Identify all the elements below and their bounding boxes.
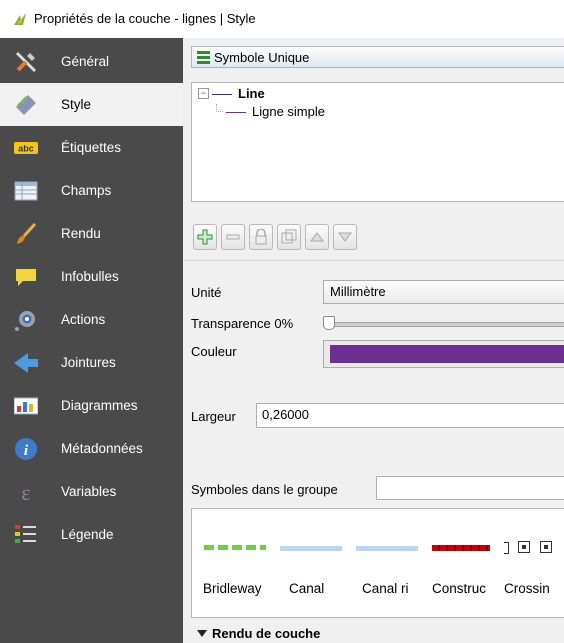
duplicate-layer-button[interactable]	[277, 224, 301, 250]
sidebar-item-joins[interactable]: Jointures	[0, 341, 183, 384]
tree-connector	[216, 104, 223, 112]
tree-item-simple-line[interactable]: Ligne simple	[216, 104, 416, 122]
sidebar-item-actions[interactable]: Actions	[0, 298, 183, 341]
color-label: Couleur	[191, 344, 237, 359]
sidebar-item-label: Étiquettes	[61, 140, 122, 155]
joins-arrow-icon	[14, 353, 38, 373]
tooltip-bubble-icon	[16, 269, 36, 286]
symbol-label: Bridleway	[203, 581, 262, 596]
svg-text:abc: abc	[18, 144, 34, 154]
move-down-button[interactable]	[333, 224, 357, 250]
color-button[interactable]	[323, 340, 564, 368]
unit-select[interactable]: Millimètre	[323, 280, 564, 304]
canal-symbol[interactable]	[280, 546, 342, 551]
sidebar-item-fields[interactable]: Champs	[0, 169, 183, 212]
sidebar-item-label: Jointures	[61, 355, 116, 370]
plus-icon	[197, 229, 213, 245]
sidebar-item-rendering[interactable]: Rendu	[0, 212, 183, 255]
symbol-label: Crossin	[504, 581, 550, 596]
construction-symbol[interactable]	[432, 545, 490, 551]
move-up-button[interactable]	[305, 224, 329, 250]
transparency-slider-handle[interactable]	[323, 316, 335, 330]
style-brush-icon	[16, 95, 36, 115]
labels-abc-icon: abc	[14, 142, 38, 154]
diagrams-icon	[14, 397, 38, 415]
rendering-brush-icon	[17, 222, 37, 244]
qgis-icon	[14, 13, 26, 25]
collapse-icon[interactable]: −	[198, 88, 209, 99]
symbol-label: Canal ri	[362, 581, 409, 596]
sidebar-item-style[interactable]: Style	[0, 83, 183, 126]
sidebar-item-label: Rendu	[61, 226, 101, 241]
actions-gear-icon	[15, 311, 35, 331]
renderer-select[interactable]: Symbole Unique	[191, 46, 564, 68]
crossing-symbol[interactable]	[504, 541, 564, 555]
minus-icon	[226, 234, 240, 240]
unit-label: Unité	[191, 285, 222, 300]
sidebar-item-variables[interactable]: ε Variables	[0, 470, 183, 513]
bridleway-symbol[interactable]	[204, 545, 266, 550]
properties-sidebar: Général Style abc Étiquettes Champs Rend…	[0, 38, 183, 643]
tree-item-label: Ligne simple	[252, 104, 325, 119]
canal-river-symbol[interactable]	[356, 546, 418, 551]
variables-epsilon-icon: ε	[21, 480, 30, 504]
sidebar-item-label: Infobulles	[61, 269, 119, 284]
style-panel: Symbole Unique − Line Ligne simple Unité…	[183, 38, 564, 643]
lock-icon	[255, 229, 267, 245]
sidebar-item-label: Variables	[61, 484, 117, 499]
general-tools-icon	[15, 51, 37, 73]
color-swatch	[330, 345, 564, 363]
window-titlebar: Propriétés de la couche - lignes | Style	[0, 0, 564, 38]
window-title: Propriétés de la couche - lignes | Style	[34, 11, 256, 26]
lock-layer-button[interactable]	[249, 224, 273, 250]
line-symbol-icon	[226, 112, 246, 113]
tree-item-label: Line	[238, 86, 265, 101]
info-icon: i	[15, 438, 37, 460]
sidebar-item-legend[interactable]: Légende	[0, 513, 183, 556]
legend-icon	[15, 525, 36, 543]
fields-table-icon	[14, 181, 38, 201]
line-symbol-icon	[212, 94, 232, 95]
remove-symbol-layer-button[interactable]	[221, 224, 245, 250]
expand-triangle-icon	[197, 630, 207, 637]
sidebar-item-tooltips[interactable]: Infobulles	[0, 255, 183, 298]
layer-rendering-label: Rendu de couche	[212, 626, 321, 641]
sidebar-item-label: Actions	[61, 312, 106, 327]
sidebar-item-labels[interactable]: abc Étiquettes	[0, 126, 183, 169]
symbol-label: Construc	[432, 581, 487, 596]
symbol-layer-tree: − Line Ligne simple	[191, 82, 564, 202]
sidebar-item-label: Légende	[61, 527, 114, 542]
sidebar-item-label: Champs	[61, 183, 112, 198]
tree-item-line[interactable]: − Line	[198, 86, 398, 104]
renderer-value: Symbole Unique	[214, 50, 310, 65]
add-symbol-layer-button[interactable]	[193, 224, 217, 250]
sidebar-item-diagrams[interactable]: Diagrammes	[0, 384, 183, 427]
triangle-up-icon	[310, 232, 324, 242]
transparency-slider[interactable]	[323, 322, 564, 327]
duplicate-icon	[281, 229, 297, 244]
svg-text:ε: ε	[21, 480, 30, 504]
width-label: Largeur	[191, 409, 236, 424]
transparency-label: Transparence 0%	[191, 316, 294, 331]
sidebar-item-label: Style	[61, 97, 92, 112]
group-select[interactable]	[376, 476, 564, 500]
sidebar-item-metadata[interactable]: i Métadonnées	[0, 427, 183, 470]
sidebar-item-label: Général	[61, 54, 110, 69]
triangle-down-icon	[338, 232, 352, 242]
group-label: Symboles dans le groupe	[191, 482, 338, 497]
separator	[183, 260, 564, 261]
symbol-label: Canal	[289, 581, 325, 596]
unit-value: Millimètre	[330, 284, 386, 299]
width-spinbox[interactable]: 0,26000	[256, 403, 564, 428]
sidebar-item-general[interactable]: Général	[0, 40, 183, 83]
width-value: 0,26000	[262, 407, 309, 422]
symbol-gallery: Bridleway Canal Canal ri Construc Crossi…	[191, 508, 564, 618]
sidebar-item-label: Diagrammes	[61, 398, 138, 413]
single-symbol-icon	[197, 51, 210, 64]
sidebar-item-label: Métadonnées	[61, 441, 143, 456]
